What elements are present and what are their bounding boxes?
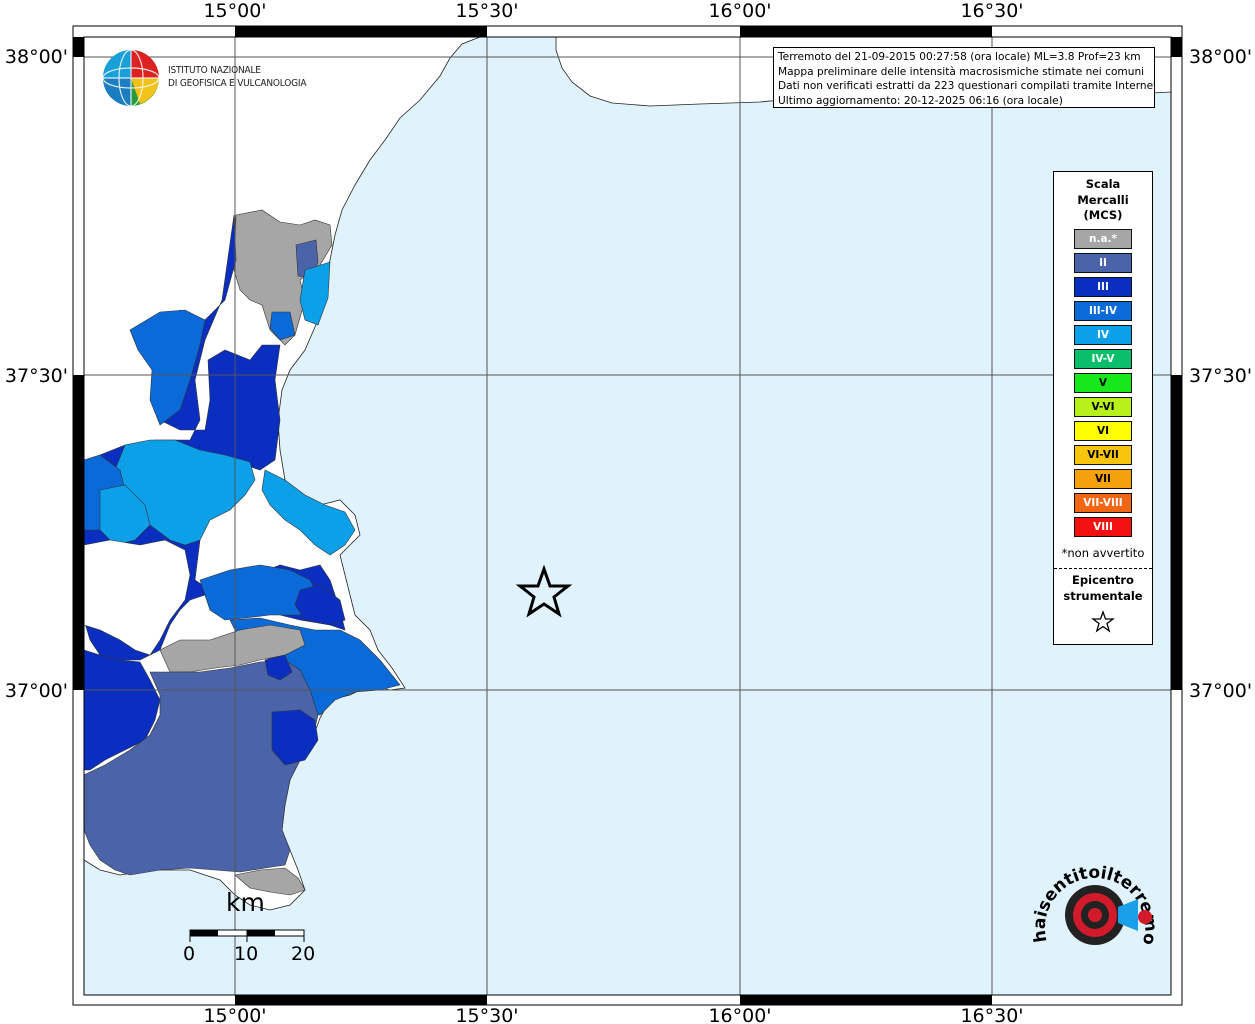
legend-item: VI — [1074, 421, 1132, 441]
lon-label: 16°30' — [960, 1005, 1023, 1024]
event-info-line: Terremoto del 21-09-2015 00:27:58 (ora l… — [778, 51, 1141, 63]
legend-title-line: Scala — [1085, 177, 1121, 191]
legend-epicenter-label: Epicentro strumentale — [1054, 573, 1152, 604]
legend-title: Scala Mercalli (MCS) — [1054, 177, 1152, 224]
mcs-legend: Scala Mercalli (MCS) n.a.* II III III-IV IV I… — [1053, 171, 1153, 645]
event-info-box: Terremoto del 21-09-2015 00:27:58 (ora l… — [773, 47, 1155, 108]
ingv-logo-text: ISTITUTO NAZIONALE DI GEOFISICA E VULCAN… — [168, 64, 307, 90]
lat-labels-right: 38°00' 37°30' 37°00' — [1189, 46, 1252, 702]
ingv-logo-icon — [102, 49, 160, 107]
lat-label: 38°00' — [5, 46, 68, 68]
legend-item: n.a.* — [1074, 229, 1132, 249]
legend-items: n.a.* II III III-IV IV IV-V V V-VI VI VI-VII VII VI… — [1074, 229, 1132, 541]
lon-label: 16°00' — [708, 1005, 771, 1024]
lon-labels-top: 15°00' 15°30' 16°00' 16°30' — [203, 0, 1023, 22]
legend-item: VII — [1074, 469, 1132, 489]
legend-note: *non avvertito — [1061, 546, 1145, 560]
event-info-line: Ultimo aggiornamento: 20-12-2025 06:16 (… — [778, 94, 1063, 107]
lat-label: 37°00' — [5, 680, 68, 702]
scale-label: 20 — [291, 943, 316, 965]
legend-item: III-IV — [1074, 301, 1132, 321]
legend-item: IV-V — [1074, 349, 1132, 369]
lon-label: 15°00' — [203, 0, 266, 22]
logo-line: DI GEOFISICA E VULCANOLOGIA — [168, 78, 307, 89]
legend-item: III — [1074, 277, 1132, 297]
lon-labels-bottom: 15°00' 15°30' 16°00' 16°30' — [203, 1005, 1023, 1024]
legend-item: V — [1074, 373, 1132, 393]
legend-title-line: (MCS) — [1083, 208, 1123, 222]
logo-line: ISTITUTO NAZIONALE — [168, 65, 261, 76]
scale-label: 0 — [183, 943, 196, 965]
legend-item: IV — [1074, 325, 1132, 345]
legend-epicenter-line: Epicentro — [1072, 573, 1134, 587]
lat-label: 38°00' — [1189, 46, 1252, 68]
legend-item: VIII — [1074, 517, 1132, 537]
lat-label: 37°30' — [1189, 365, 1252, 387]
lon-label: 16°30' — [960, 0, 1023, 22]
legend-epicenter-line: strumentale — [1063, 588, 1143, 603]
lat-label: 37°30' — [5, 365, 68, 387]
legend-item: V-VI — [1074, 397, 1132, 417]
scale-label: 10 — [234, 943, 259, 965]
legend-star-icon — [1091, 610, 1115, 633]
legend-separator — [1054, 568, 1152, 569]
legend-title-line: Mercalli — [1077, 192, 1129, 207]
legend-item: II — [1074, 253, 1132, 273]
event-info-line: Mappa preliminare delle intensità macros… — [778, 65, 1145, 78]
lon-label: 15°30' — [455, 1005, 518, 1024]
lat-labels-left: 38°00' 37°30' 37°00' — [5, 46, 68, 702]
haisentito-logo-icon: haisentitoilterremoto.it — [1030, 855, 1160, 947]
lon-label: 15°00' — [203, 1005, 266, 1024]
lon-label: 15°30' — [455, 0, 518, 22]
lat-label: 37°00' — [1189, 680, 1252, 702]
legend-item: VII-VIII — [1074, 493, 1132, 513]
lon-label: 16°00' — [708, 0, 771, 22]
legend-item: VI-VII — [1074, 445, 1132, 465]
scale-unit: km — [226, 888, 265, 917]
event-info-line: Dati non verificati estratti da 223 ques… — [778, 80, 1155, 92]
